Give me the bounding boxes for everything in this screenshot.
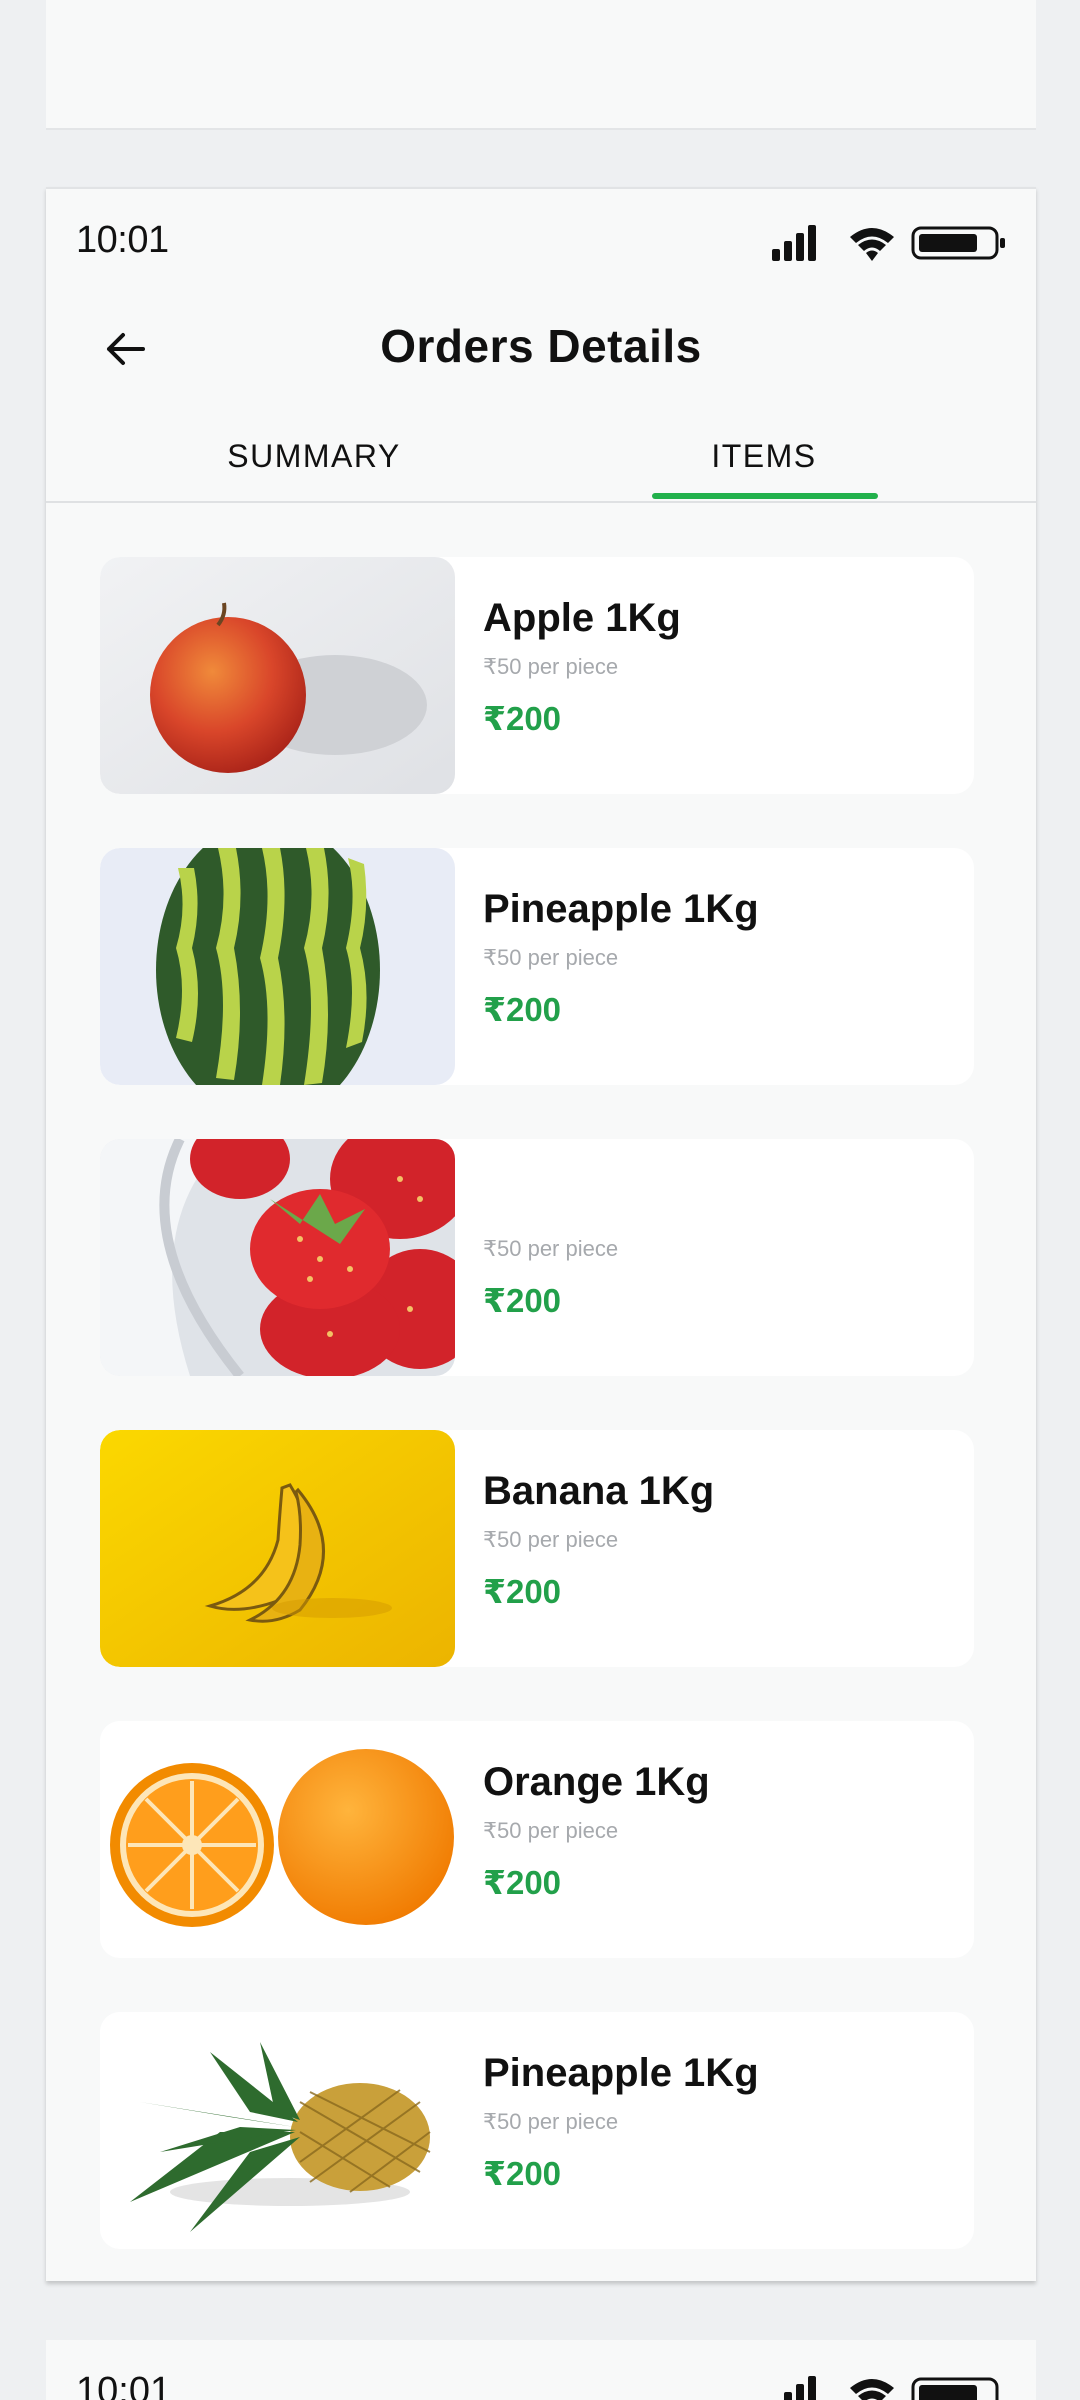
item-name: Apple 1Kg (483, 596, 681, 640)
item-unit-price: ₹50 per piece (483, 654, 619, 679)
item-price: ₹200 (483, 1573, 562, 1610)
orders-details-screen: 10:01 Orders Details SUMMARY ITEMS Apple… (46, 187, 1036, 2281)
app-header: Orders Details (46, 289, 1036, 409)
tab-items[interactable]: ITEMS (634, 421, 894, 501)
item-unit-price: ₹50 per piece (483, 945, 619, 970)
next-screen-fragment: 10:01 (46, 2340, 1036, 2400)
list-item[interactable]: ₹50 per piece ₹200 (100, 1139, 974, 1376)
item-name: Banana 1Kg (483, 1469, 715, 1513)
status-time: 10:01 (76, 219, 169, 261)
status-icons (772, 2374, 1012, 2400)
strawberry-image (100, 1139, 455, 1376)
list-item[interactable]: Pineapple 1Kg ₹50 per piece ₹200 (100, 2012, 974, 2249)
wifi-icon (850, 2379, 894, 2400)
item-name: Orange 1Kg (483, 1760, 710, 1804)
item-price: ₹200 (483, 2155, 562, 2192)
item-unit-price: ₹50 per piece (483, 2109, 619, 2134)
item-name: Pineapple 1Kg (483, 2051, 759, 2095)
list-item[interactable]: Pineapple 1Kg ₹50 per piece ₹200 (100, 848, 974, 1085)
status-icons (772, 223, 1012, 263)
status-bar: 10:01 (46, 189, 1036, 285)
tab-bar: SUMMARY ITEMS (46, 421, 1036, 503)
previous-screen-fragment (46, 0, 1036, 130)
signal-icon (784, 2376, 816, 2400)
item-unit-price: ₹50 per piece (483, 1818, 619, 1843)
active-tab-indicator (652, 493, 878, 499)
wifi-icon (850, 228, 894, 261)
list-item[interactable]: Orange 1Kg ₹50 per piece ₹200 (100, 1721, 974, 1958)
watermelon-image (100, 848, 455, 1085)
status-time: 10:01 (76, 2370, 172, 2400)
apple-image (100, 557, 455, 794)
item-name: Pineapple 1Kg (483, 887, 759, 931)
item-price: ₹200 (483, 1864, 562, 1901)
list-item[interactable]: Banana 1Kg ₹50 per piece ₹200 (100, 1430, 974, 1667)
item-unit-price: ₹50 per piece (483, 1527, 619, 1552)
order-items-list: Apple 1Kg ₹50 per piece ₹200 Pineapple 1… (100, 557, 974, 2281)
item-name (483, 1175, 954, 1225)
item-price: ₹200 (483, 1282, 562, 1319)
item-price: ₹200 (483, 700, 562, 737)
orange-image (100, 1721, 455, 1958)
item-unit-price: ₹50 per piece (483, 1236, 619, 1261)
page-title: Orders Details (380, 320, 702, 372)
item-price: ₹200 (483, 991, 562, 1028)
battery-icon (911, 2377, 999, 2400)
signal-icon (772, 225, 816, 261)
list-item[interactable]: Apple 1Kg ₹50 per piece ₹200 (100, 557, 974, 794)
battery-icon (911, 226, 1005, 260)
pineapple-image (100, 2012, 455, 2249)
tab-summary[interactable]: SUMMARY (184, 421, 444, 501)
banana-image (100, 1430, 455, 1667)
